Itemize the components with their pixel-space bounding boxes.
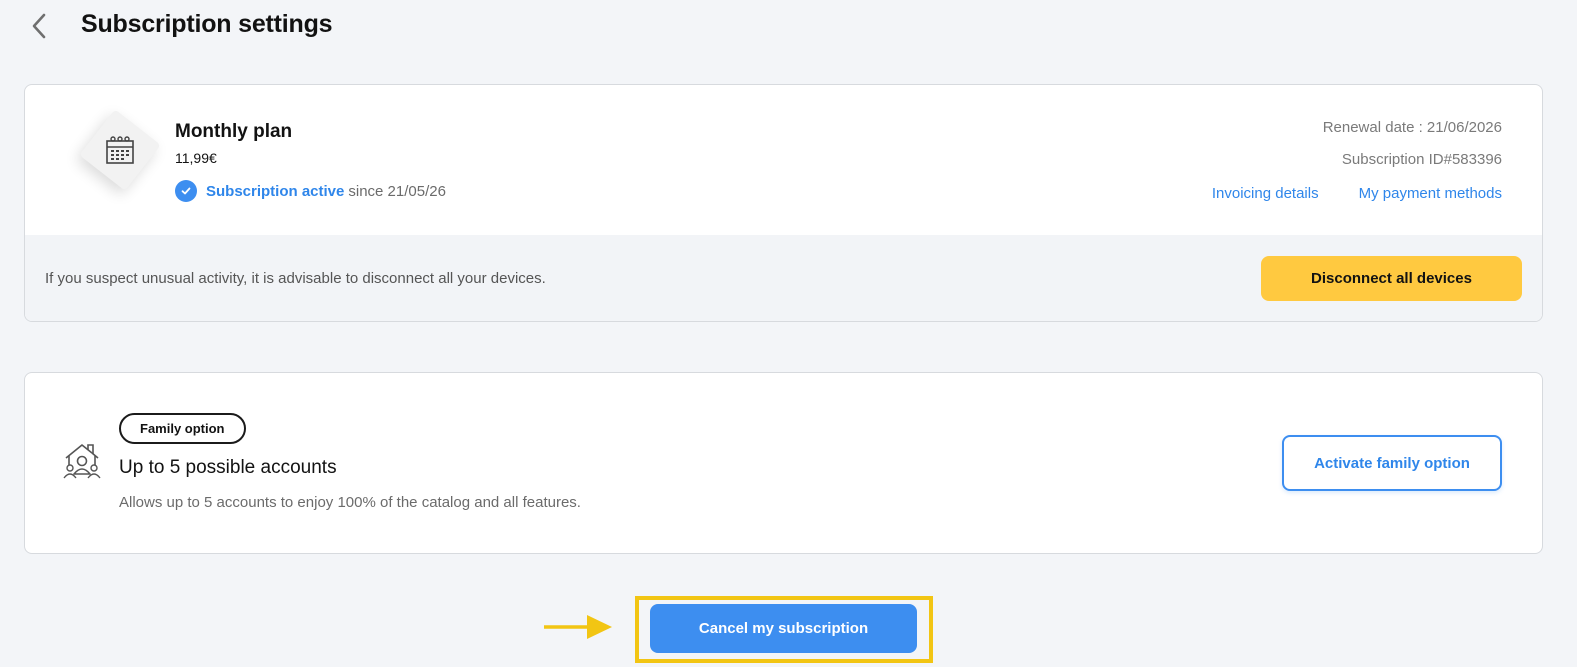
plan-links: Invoicing details My payment methods bbox=[1212, 185, 1502, 202]
family-option-description: Allows up to 5 accounts to enjoy 100% of… bbox=[119, 494, 581, 511]
device-security-footer: If you suspect unusual activity, it is a… bbox=[25, 235, 1542, 321]
activate-family-option-button[interactable]: Activate family option bbox=[1282, 435, 1502, 491]
plan-price: 11,99€ bbox=[175, 150, 217, 166]
calendar-icon bbox=[103, 133, 137, 167]
back-button[interactable] bbox=[24, 8, 54, 44]
family-option-badge: Family option bbox=[119, 413, 246, 444]
family-option-card: Family option Up to 5 possible accounts … bbox=[24, 372, 1543, 554]
page-header: Subscription settings bbox=[0, 0, 1577, 60]
arrow-right-icon bbox=[543, 612, 613, 642]
chevron-left-icon bbox=[32, 13, 46, 39]
unusual-activity-notice: If you suspect unusual activity, it is a… bbox=[45, 270, 546, 287]
status-active-label: Subscription active bbox=[206, 182, 345, 200]
check-circle-icon bbox=[175, 180, 197, 202]
family-option-title: Up to 5 possible accounts bbox=[119, 457, 337, 478]
invoicing-details-link[interactable]: Invoicing details bbox=[1212, 185, 1319, 202]
subscription-status: Subscription active since 21/05/26 bbox=[175, 180, 446, 202]
renewal-date: Renewal date : 21/06/2026 bbox=[1322, 119, 1502, 136]
family-home-icon bbox=[63, 441, 101, 481]
subscription-id: Subscription ID#583396 bbox=[1341, 151, 1502, 168]
cancel-subscription-button[interactable]: Cancel my subscription bbox=[650, 604, 917, 653]
status-since-date: since 21/05/26 bbox=[348, 182, 446, 200]
payment-methods-link[interactable]: My payment methods bbox=[1359, 185, 1502, 202]
plan-name: Monthly plan bbox=[175, 121, 293, 142]
page-title: Subscription settings bbox=[81, 10, 333, 38]
subscription-plan-card: Monthly plan 11,99€ Subscription active … bbox=[24, 84, 1543, 322]
disconnect-all-devices-button[interactable]: Disconnect all devices bbox=[1261, 256, 1522, 301]
